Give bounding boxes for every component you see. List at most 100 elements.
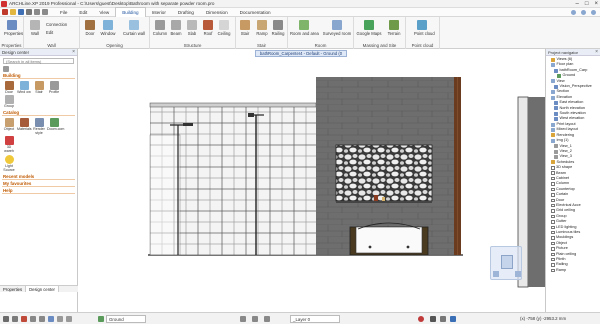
tree-node-icon <box>551 63 555 68</box>
checkbox-icon <box>551 225 555 230</box>
wall-button[interactable]: Wall <box>27 20 43 36</box>
menu-tab-interior[interactable]: Interior <box>146 8 172 17</box>
close-panel-icon[interactable]: × <box>72 49 75 56</box>
info-icon[interactable] <box>581 10 586 15</box>
new-file-icon[interactable] <box>2 9 8 15</box>
slab-button[interactable]: Slab <box>184 20 200 36</box>
pin-icon[interactable] <box>264 316 270 322</box>
maximize-icon[interactable]: □ <box>585 0 589 8</box>
section-catalog[interactable]: Catalog <box>2 110 75 116</box>
doom-item[interactable]: Doom.com <box>47 118 64 135</box>
checkbox-icon <box>551 193 555 197</box>
materials-item[interactable]: Materials <box>17 118 32 135</box>
pen-icon[interactable] <box>21 316 27 322</box>
design-center-search[interactable]: (Search in all items) <box>3 58 74 64</box>
light-source-item[interactable]: Light Source <box>2 155 16 172</box>
floor-selector[interactable]: Ground <box>106 315 146 323</box>
google-maps-button[interactable]: Google Maps <box>356 20 382 36</box>
window-button[interactable]: Window <box>100 20 116 36</box>
navigator-tree: Views (6) Floor plan bathRoom_Carp Ground Vi… <box>546 56 600 274</box>
terrain-button[interactable]: Terrain <box>386 20 402 36</box>
help-link[interactable]: Help <box>2 188 75 194</box>
tab-design-center[interactable]: Design center <box>26 286 59 292</box>
close-navigator-icon[interactable]: × <box>595 49 598 56</box>
surveyed-room-button[interactable]: Surveyed room <box>322 20 352 36</box>
room-and-area-button[interactable]: Room and area <box>290 20 319 36</box>
record-icon[interactable] <box>418 316 424 322</box>
object-icon <box>4 118 14 127</box>
checkbox-icon <box>551 263 555 267</box>
home-icon[interactable] <box>3 66 9 72</box>
profile-item[interactable]: Profile <box>47 81 61 94</box>
measure-icon[interactable] <box>57 316 63 322</box>
group-item[interactable]: Group <box>2 95 16 108</box>
beam-button[interactable]: Beam <box>168 20 184 36</box>
zoom-icon[interactable] <box>515 271 521 277</box>
navigator-item[interactable]: Vision_Perspective <box>548 84 598 89</box>
line-weight-icon[interactable] <box>430 316 436 322</box>
help-icon[interactable] <box>571 10 576 15</box>
tree-node-icon <box>551 127 555 132</box>
nav-cube-icon[interactable] <box>501 255 513 269</box>
document-tab[interactable]: bathRoom_Carpenter4 - Default - Ground (… <box>255 50 347 62</box>
ortho-icon[interactable] <box>12 316 18 322</box>
navigator-item[interactable]: Ramp <box>548 268 598 273</box>
roof-button[interactable]: Roof <box>200 20 216 36</box>
railing-icon <box>273 20 283 30</box>
view-icon[interactable] <box>48 316 54 322</box>
point-cloud-button[interactable]: Point cloud <box>414 20 435 36</box>
menu-tab-edit[interactable]: Edit <box>73 8 93 17</box>
layer-settings-icon[interactable] <box>30 316 36 322</box>
column-button[interactable]: Column <box>152 20 168 36</box>
section-building[interactable]: Building <box>2 73 75 79</box>
door-button[interactable]: Door <box>82 20 98 36</box>
menu-tab-building[interactable]: Building <box>115 7 146 17</box>
grid-icon[interactable] <box>39 316 45 322</box>
menu-tab-documentation[interactable]: Documentation <box>234 8 277 17</box>
settings-icon[interactable] <box>591 10 596 15</box>
railing-button[interactable]: Railing <box>270 20 286 36</box>
redo-icon[interactable] <box>42 9 48 15</box>
window-item[interactable]: Wind ow <box>17 81 31 94</box>
menu-tab-drafting[interactable]: Drafting <box>172 8 200 17</box>
surveyed-room-icon <box>332 20 342 30</box>
checkbox-icon <box>551 187 555 192</box>
ceiling-button[interactable]: Ceiling <box>216 20 232 36</box>
stair-button[interactable]: Stair <box>237 20 253 36</box>
menu-tab-file[interactable]: File <box>54 8 73 17</box>
save-icon[interactable] <box>18 9 24 15</box>
open-folder-icon[interactable] <box>10 9 16 15</box>
ramp-button[interactable]: Ramp <box>254 20 270 36</box>
door-item[interactable]: Door <box>2 81 16 94</box>
tab-properties[interactable]: Properties <box>0 286 27 292</box>
layer-selector[interactable]: _Layer 0 <box>290 315 340 323</box>
object-item[interactable]: Object <box>2 118 16 135</box>
curtain-wall-button[interactable]: Curtain wall <box>120 20 148 36</box>
recent-models-link[interactable]: Recent models <box>2 174 75 180</box>
render-style-item[interactable]: Render style <box>32 118 46 135</box>
pan-icon[interactable] <box>493 271 499 277</box>
menu-tab-dimension[interactable]: Dimension <box>200 8 234 17</box>
terrain-icon <box>389 20 399 30</box>
color-icon[interactable] <box>440 316 446 322</box>
osnap-icon[interactable] <box>66 316 72 322</box>
close-icon[interactable]: × <box>594 0 598 8</box>
minimize-icon[interactable]: – <box>576 0 579 8</box>
checkbox-icon <box>551 214 555 219</box>
menu-tab-view[interactable]: View <box>93 8 115 17</box>
3d-warehouse-item[interactable]: 3D wareh <box>2 136 16 153</box>
select-icon[interactable] <box>240 316 246 322</box>
navigation-widget[interactable] <box>490 246 522 280</box>
fill-icon[interactable] <box>450 316 456 322</box>
pointer-icon[interactable] <box>252 316 258 322</box>
print-icon[interactable] <box>26 9 32 15</box>
undo-icon[interactable] <box>34 9 40 15</box>
drawing-canvas[interactable] <box>78 57 545 305</box>
properties-button[interactable]: Properties <box>4 20 23 36</box>
snap-icon[interactable] <box>3 316 9 322</box>
my-favourites-link[interactable]: My favourites <box>2 181 75 187</box>
connection-button[interactable]: Connection <box>46 20 78 27</box>
profile-icon <box>49 81 59 90</box>
wall-edit-button[interactable]: Edit <box>46 30 66 35</box>
stair-item[interactable]: Stair <box>32 81 46 94</box>
